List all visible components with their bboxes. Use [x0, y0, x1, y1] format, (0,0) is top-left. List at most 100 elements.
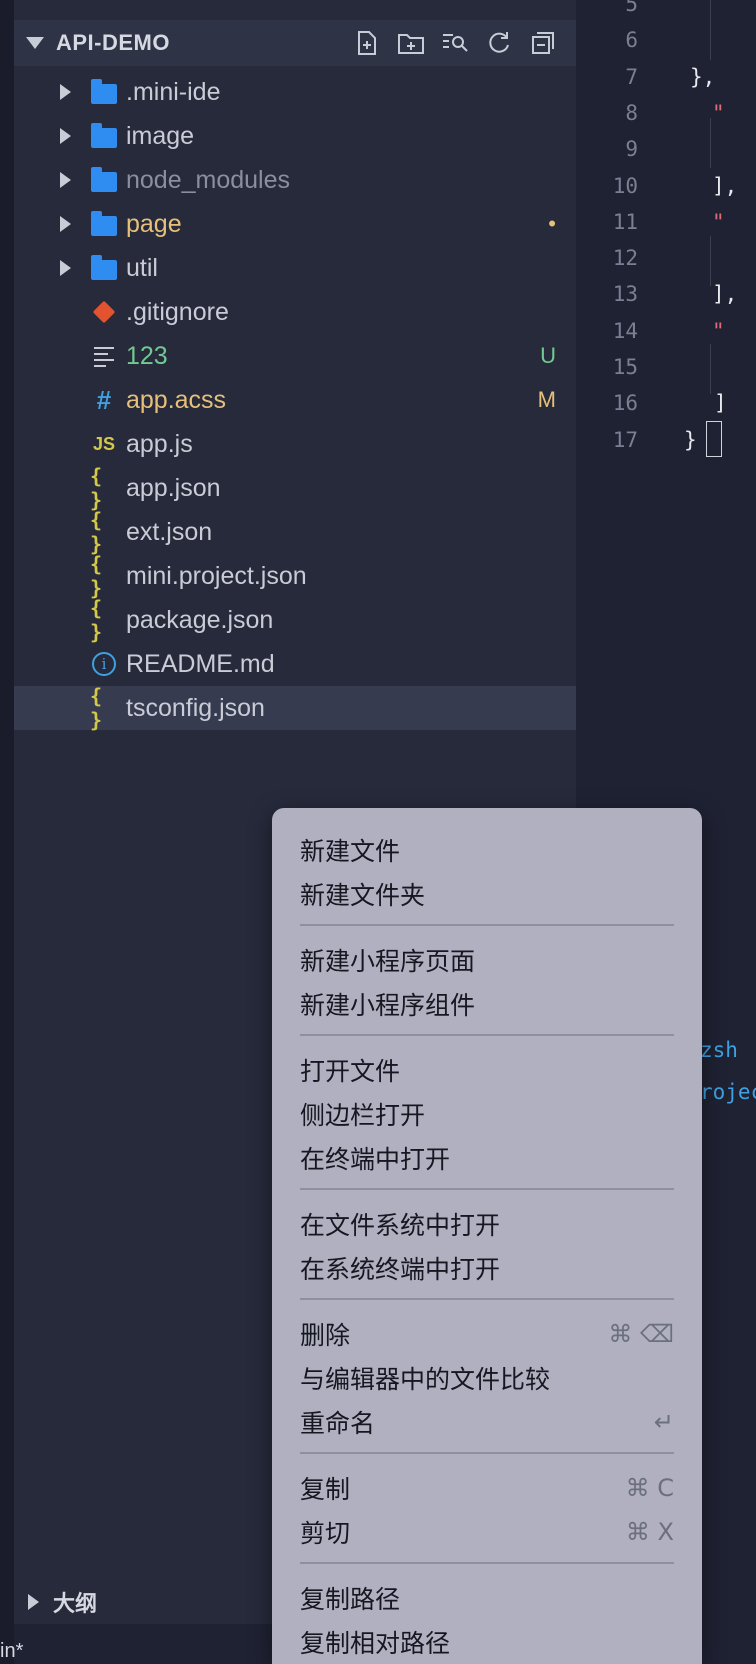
- menu-item-label: 侧边栏打开: [300, 1102, 426, 1130]
- indent-guide: [710, 236, 711, 286]
- folder-icon: [90, 166, 118, 194]
- tree-item[interactable]: image: [14, 114, 576, 158]
- new-file-icon[interactable]: [352, 28, 382, 58]
- chevron-down-icon[interactable]: [26, 37, 44, 49]
- tree-item[interactable]: { } app.json: [14, 464, 576, 512]
- line-number: 13: [612, 282, 638, 307]
- tree-item-label: README.md: [126, 650, 275, 678]
- menu-item[interactable]: 在系统终端中打开: [300, 1248, 674, 1288]
- tree-item[interactable]: node_modules: [14, 158, 576, 202]
- menu-item[interactable]: 新建文件: [300, 830, 674, 870]
- tree-item-label: tsconfig.json: [126, 694, 265, 722]
- tree-item[interactable]: page •: [14, 202, 576, 246]
- menu-item[interactable]: 剪切 ⌘ X: [300, 1512, 674, 1552]
- menu-item[interactable]: 重命名 ↵: [300, 1402, 674, 1442]
- tree-item[interactable]: 123 U: [14, 334, 576, 378]
- line-number: 15: [612, 355, 638, 379]
- code-fragment: ],: [712, 173, 738, 198]
- tree-item-label: app.js: [126, 430, 193, 458]
- menu-item[interactable]: 侧边栏打开: [300, 1094, 674, 1134]
- explorer-section-header[interactable]: API-DEMO: [14, 20, 576, 66]
- folder-icon: [90, 122, 118, 150]
- menu-item-label: 删除: [300, 1322, 351, 1350]
- tree-item-label: package.json: [126, 606, 274, 634]
- menu-item-label: 在终端中打开: [300, 1146, 451, 1174]
- menu-item[interactable]: 新建小程序页面: [300, 940, 674, 980]
- folder-icon: [90, 254, 118, 282]
- search-files-icon[interactable]: [440, 28, 470, 58]
- menu-item[interactable]: 在终端中打开: [300, 1138, 674, 1178]
- refresh-icon[interactable]: [484, 28, 514, 58]
- menu-item[interactable]: 复制 ⌘ C: [300, 1468, 674, 1508]
- tree-item-label: page: [126, 210, 182, 238]
- git-status-badge: M: [537, 387, 556, 412]
- outline-title: 大纲: [53, 1591, 98, 1616]
- code-fragment: ]: [714, 391, 727, 416]
- tree-item[interactable]: i README.md: [14, 642, 576, 686]
- tree-item[interactable]: .mini-ide: [14, 70, 576, 114]
- explorer-actions: [352, 28, 558, 58]
- menu-item[interactable]: 与编辑器中的文件比较: [300, 1358, 674, 1398]
- line-number: 6: [625, 28, 638, 53]
- menu-item-label: 新建文件夹: [300, 882, 426, 910]
- code-fragment: }: [684, 427, 697, 452]
- shortcut-hint: ⌘ ⌫: [608, 1320, 674, 1348]
- text-cursor: [706, 421, 722, 457]
- line-number: 12: [612, 246, 638, 271]
- context-menu: 新建文件新建文件夹新建小程序页面 新建小程序组件打开文件侧边栏打开在终端中打开在文…: [272, 808, 702, 1664]
- code-fragment: ": [712, 100, 725, 125]
- tree-item[interactable]: JS app.js: [14, 422, 576, 466]
- tree-item[interactable]: { } mini.project.json: [14, 552, 576, 600]
- menu-item-label: 在文件系统中打开: [300, 1212, 501, 1240]
- menu-item-label: 打开文件: [300, 1058, 401, 1086]
- tree-item-label: image: [126, 122, 195, 150]
- menu-separator: [300, 1034, 674, 1036]
- menu-item-label: 在系统终端中打开: [300, 1256, 501, 1284]
- line-number: 9: [625, 137, 638, 162]
- menu-item-label: 与编辑器中的文件比较: [300, 1366, 551, 1394]
- tree-item[interactable]: util: [14, 246, 576, 290]
- chevron-right-icon[interactable]: [60, 216, 71, 232]
- indent-guide: [710, 344, 711, 394]
- chevron-right-icon[interactable]: [60, 260, 71, 276]
- json-file-icon: { }: [90, 464, 103, 512]
- chevron-right-icon[interactable]: [60, 172, 71, 188]
- menu-separator: [300, 1562, 674, 1564]
- code-fragment: ],: [712, 282, 738, 307]
- line-number: 14: [612, 318, 638, 343]
- collapse-all-icon[interactable]: [528, 28, 558, 58]
- menu-item[interactable]: 新建文件夹: [300, 874, 674, 914]
- git-status-badge: •: [548, 211, 556, 236]
- indent-guide: [710, 118, 711, 168]
- menu-item[interactable]: 新建小程序组件: [300, 984, 674, 1024]
- js-file-icon: JS: [92, 433, 116, 454]
- chevron-right-icon[interactable]: [28, 1594, 39, 1610]
- line-number: 8: [625, 100, 638, 125]
- shortcut-hint: ⌘ C: [625, 1474, 674, 1502]
- tree-item[interactable]: { } ext.json: [14, 508, 576, 556]
- tree-item-label: node_modules: [126, 166, 291, 194]
- menu-item[interactable]: 复制相对路径: [300, 1622, 674, 1662]
- tree-item[interactable]: { } package.json: [14, 596, 576, 644]
- menu-separator: [300, 1452, 674, 1454]
- git-icon: [90, 298, 118, 326]
- code-fragment: },: [690, 64, 716, 89]
- menu-item-label: 重命名: [300, 1410, 376, 1438]
- tree-item-label: .mini-ide: [126, 78, 221, 106]
- tree-item-label: util: [126, 254, 158, 282]
- line-number: 10: [612, 173, 638, 198]
- tree-item[interactable]: # app.acss M: [14, 378, 576, 422]
- chevron-right-icon[interactable]: [60, 84, 71, 100]
- menu-item[interactable]: 删除 ⌘ ⌫: [300, 1314, 674, 1354]
- terminal-shell: zsh: [700, 1038, 738, 1062]
- git-status-badge: U: [540, 343, 556, 368]
- json-file-icon: { }: [90, 508, 103, 556]
- menu-item[interactable]: 复制路径: [300, 1578, 674, 1618]
- line-number: 5: [625, 0, 638, 16]
- tree-item[interactable]: .gitignore: [14, 290, 576, 334]
- chevron-right-icon[interactable]: [60, 128, 71, 144]
- tree-item[interactable]: { } tsconfig.json: [14, 684, 576, 732]
- new-folder-icon[interactable]: [396, 28, 426, 58]
- menu-item[interactable]: 打开文件: [300, 1050, 674, 1090]
- menu-item[interactable]: 在文件系统中打开: [300, 1204, 674, 1244]
